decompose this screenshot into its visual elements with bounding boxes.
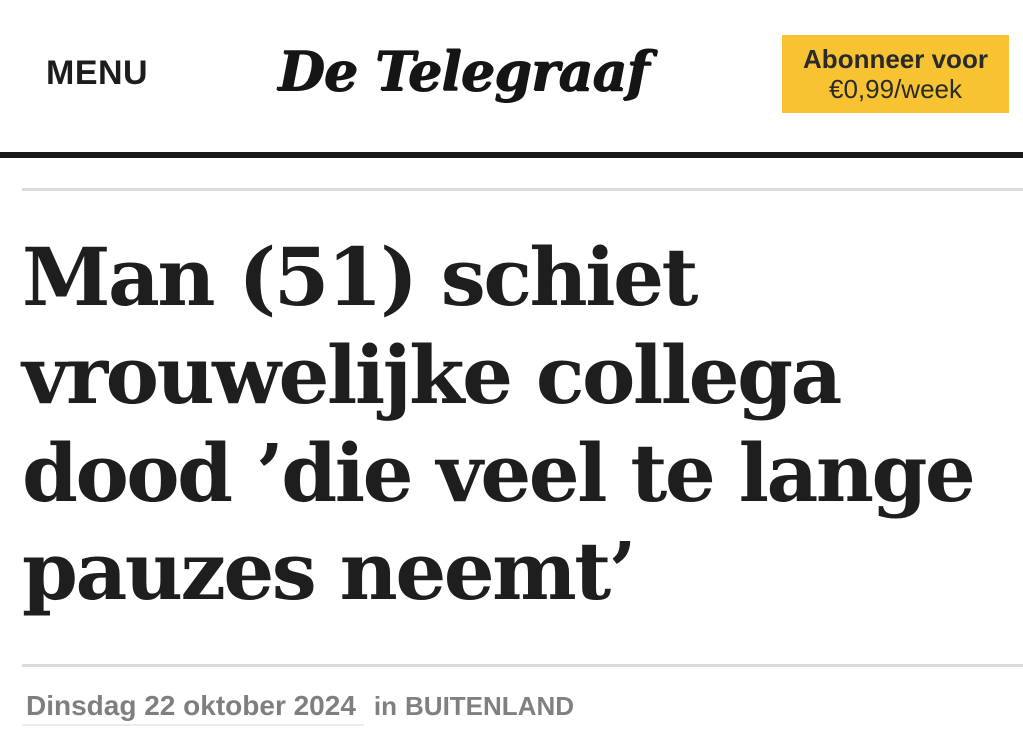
headline-bottom-divider (22, 664, 1023, 667)
subscribe-label: Abonneer voor (803, 44, 988, 74)
menu-button[interactable]: MENU (46, 53, 148, 93)
headline-top-divider (22, 188, 1023, 191)
site-header: MENU De Telegraaf Abonneer voor €0,99/we… (0, 0, 1023, 152)
article-meta: Dinsdag 22 oktober 2024 in BUITENLAND (22, 686, 574, 730)
article-date: Dinsdag 22 oktober 2024 (26, 690, 356, 721)
site-logo[interactable]: De Telegraaf (278, 30, 650, 112)
section-link[interactable]: BUITENLAND (405, 686, 574, 724)
section-prefix: in (373, 691, 398, 721)
date-container: Dinsdag 22 oktober 2024 (22, 686, 364, 726)
subscribe-price: €0,99/week (829, 74, 962, 104)
subscribe-button[interactable]: Abonneer voor €0,99/week (782, 35, 1009, 113)
article-headline: Man (51) schiet vrouwelijke collega dood… (22, 230, 976, 618)
header-divider (0, 152, 1023, 158)
